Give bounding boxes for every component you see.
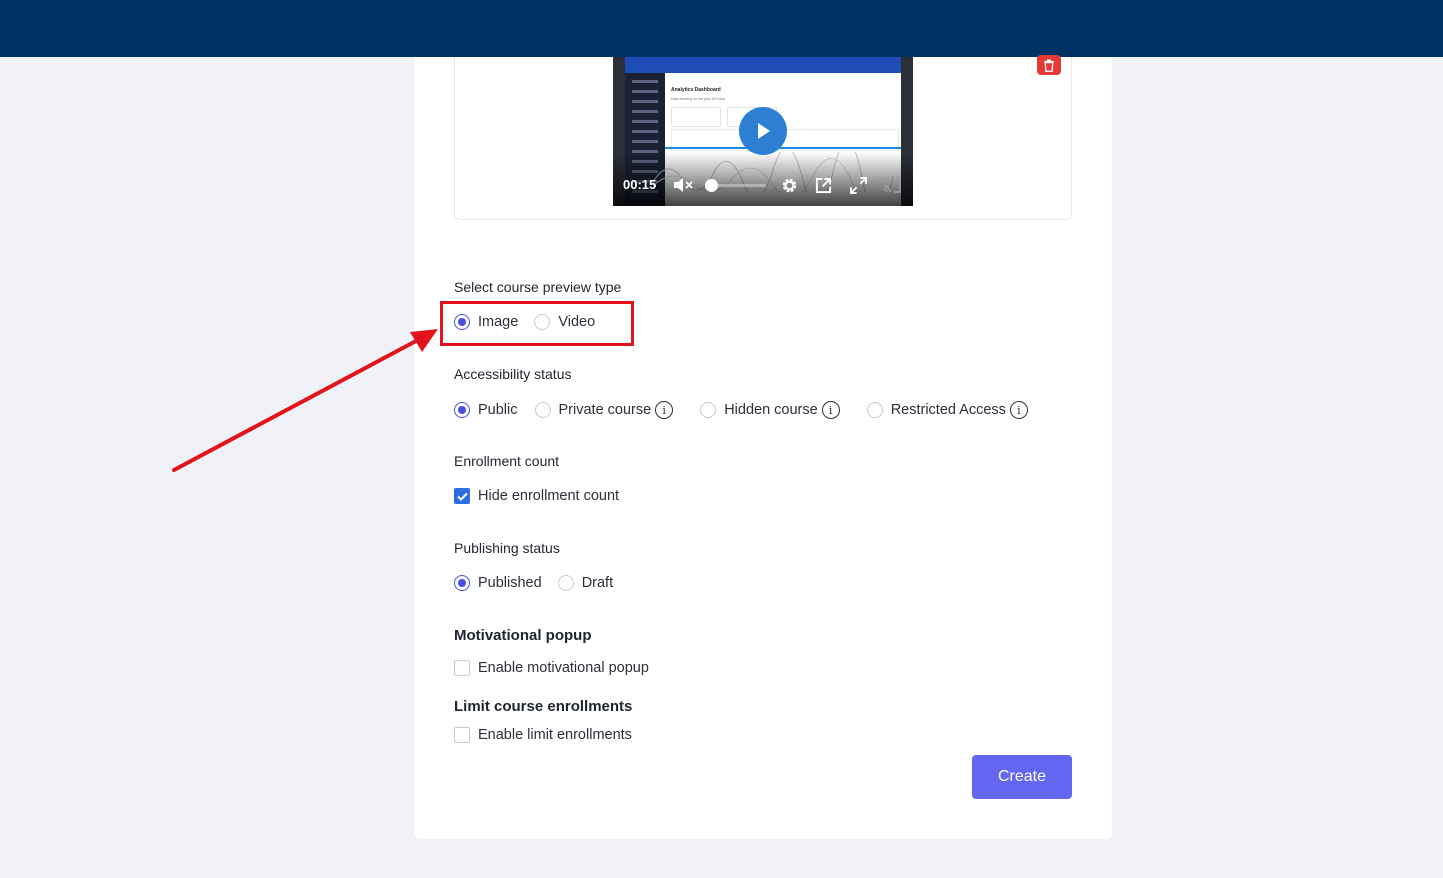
option-label-published: Published <box>478 575 542 591</box>
volume-slider-handle[interactable] <box>705 179 718 192</box>
publishing-option-published[interactable]: Published <box>454 575 542 591</box>
create-button[interactable]: Create <box>972 755 1072 799</box>
motivational-popup-checkbox[interactable] <box>454 660 470 676</box>
player-controls-gradient <box>613 152 913 206</box>
preview-type-label: Select course preview type <box>454 279 622 295</box>
motivational-popup-option[interactable]: Enable motivational popup <box>454 660 649 676</box>
trash-icon <box>1044 59 1054 72</box>
accessibility-status-group: Public Private course i Hidden course i … <box>454 401 1044 419</box>
limit-enrollments-text: Enable limit enrollments <box>478 727 632 743</box>
mute-button[interactable] <box>673 175 693 195</box>
info-icon[interactable]: i <box>655 401 674 419</box>
cast-button[interactable] <box>882 175 902 195</box>
hide-enrollment-count-option[interactable]: Hide enrollment count <box>454 488 619 504</box>
course-settings-card: Analytics Dashboard Data showing for the… <box>414 55 1112 839</box>
option-label-draft: Draft <box>581 575 614 591</box>
limit-enrollments-checkbox[interactable] <box>454 727 470 743</box>
radio-published[interactable] <box>454 575 470 591</box>
accessibility-option-private[interactable]: Private course i <box>534 401 674 419</box>
fullscreen-button[interactable] <box>848 175 868 195</box>
play-icon <box>758 123 770 139</box>
thumbnail-title: Analytics Dashboard <box>671 87 721 93</box>
info-icon[interactable]: i <box>1009 401 1028 419</box>
publishing-status-label: Publishing status <box>454 540 560 556</box>
external-link-icon <box>815 177 831 193</box>
radio-draft[interactable] <box>557 575 574 591</box>
settings-button[interactable] <box>779 175 799 195</box>
limit-enrollments-option[interactable]: Enable limit enrollments <box>454 727 632 743</box>
info-icon[interactable]: i <box>821 401 840 419</box>
thumbnail-divider <box>665 147 901 149</box>
play-button[interactable] <box>739 107 787 155</box>
publishing-status-group: Published Draft <box>454 575 629 591</box>
motivational-popup-label: Motivational popup <box>454 627 592 644</box>
speaker-muted-icon <box>674 178 693 192</box>
popout-button[interactable] <box>813 175 833 195</box>
accessibility-status-label: Accessibility status <box>454 366 572 382</box>
accessibility-option-public[interactable]: Public <box>454 402 518 418</box>
hide-enrollment-count-checkbox[interactable] <box>454 488 470 504</box>
radio-public[interactable] <box>454 402 470 418</box>
cast-icon <box>883 177 901 193</box>
thumbnail-browser-bar <box>625 57 901 73</box>
option-label-public: Public <box>478 402 518 418</box>
fullscreen-expand-icon <box>849 176 867 194</box>
video-player[interactable]: Analytics Dashboard Data showing for the… <box>613 57 913 206</box>
video-preview-box: Analytics Dashboard Data showing for the… <box>454 55 1072 220</box>
delete-video-button[interactable] <box>1037 55 1061 75</box>
thumbnail-subtitle: Data showing for the past 30 hours <box>671 97 726 101</box>
radio-restricted[interactable] <box>866 402 883 418</box>
publishing-option-draft[interactable]: Draft <box>557 575 614 591</box>
volume-slider-track[interactable] <box>710 184 766 187</box>
accessibility-option-hidden[interactable]: Hidden course i <box>700 401 840 419</box>
motivational-popup-text: Enable motivational popup <box>478 660 649 676</box>
radio-private[interactable] <box>534 402 551 418</box>
top-header-bar <box>0 0 1443 57</box>
checkmark-icon <box>456 492 468 501</box>
gear-icon <box>782 178 796 192</box>
thumbnail-stat-tile <box>671 107 721 127</box>
annotation-highlight-box <box>440 301 634 346</box>
limit-enrollments-label: Limit course enrollments <box>454 698 633 715</box>
hide-enrollment-count-text: Hide enrollment count <box>478 488 620 504</box>
radio-hidden[interactable] <box>700 402 717 418</box>
option-label-hidden: Hidden course <box>724 402 818 418</box>
enrollment-count-label: Enrollment count <box>454 453 560 469</box>
video-timestamp: 00:15 <box>623 177 657 192</box>
option-label-restricted: Restricted Access <box>890 402 1006 418</box>
option-label-private: Private course <box>558 402 652 418</box>
accessibility-option-restricted[interactable]: Restricted Access i <box>866 401 1028 419</box>
